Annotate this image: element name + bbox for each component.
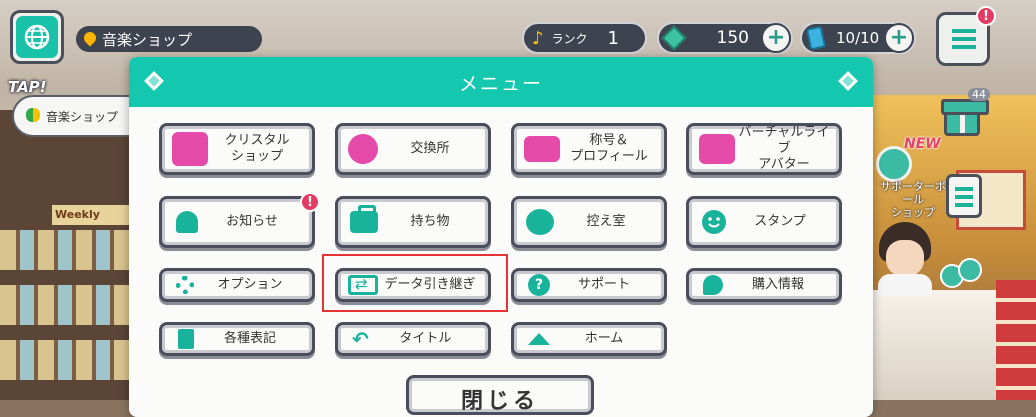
present-box-button[interactable]: 44 bbox=[938, 88, 990, 140]
current-location: 音楽ショップ bbox=[76, 26, 262, 52]
modal-header: メニュー bbox=[129, 57, 873, 107]
menu-button-notice[interactable]: お知らせ bbox=[159, 196, 315, 248]
menu-label: 控え室 bbox=[586, 214, 626, 229]
menu-label: サポート bbox=[577, 277, 630, 292]
live-ticket-count: 10/10 bbox=[836, 29, 880, 47]
menu-label: お知らせ bbox=[226, 214, 278, 229]
document-icon bbox=[178, 329, 194, 349]
diamond-ornament-icon bbox=[838, 71, 858, 91]
menu-button-options[interactable]: オプション bbox=[159, 268, 315, 302]
modal-title: メニュー bbox=[458, 72, 543, 95]
gear-icon bbox=[176, 276, 194, 294]
menu-label: オプション bbox=[217, 277, 283, 292]
menu-button-inventory[interactable]: 持ち物 bbox=[335, 196, 491, 248]
tag-icon bbox=[703, 275, 723, 295]
location-name: 音楽ショップ bbox=[102, 30, 193, 49]
new-tag: NEW bbox=[904, 136, 941, 152]
menu-button-waiting-room[interactable]: 控え室 bbox=[511, 196, 667, 248]
menu-alert-badge: ! bbox=[976, 6, 996, 26]
beginner-leaf-icon bbox=[26, 108, 40, 124]
globe-icon bbox=[16, 16, 58, 58]
live-ticket-display: 10/10 + bbox=[800, 22, 916, 54]
help-icon: ? bbox=[528, 274, 550, 296]
avatar-icon bbox=[699, 134, 735, 164]
diamond-ornament-icon bbox=[144, 71, 164, 91]
smile-icon bbox=[702, 210, 726, 234]
bag-icon bbox=[350, 205, 378, 233]
crystal-count: 150 bbox=[716, 28, 749, 48]
friends-icon bbox=[940, 258, 984, 292]
menu-button-title-profile[interactable]: 称号＆ プロフィール bbox=[511, 123, 667, 175]
menu-button-crystal-shop[interactable]: クリスタル ショップ bbox=[159, 123, 315, 175]
profile-card-icon bbox=[524, 136, 560, 162]
menu-button-exchange[interactable]: 交換所 bbox=[335, 123, 491, 175]
menu-button-support[interactable]: ? サポート bbox=[511, 268, 667, 302]
crystal-shop-icon bbox=[172, 132, 208, 166]
menu-button-stamp[interactable]: スタンプ bbox=[686, 196, 842, 248]
gift-count: 44 bbox=[968, 88, 990, 101]
menu-label: ホーム bbox=[584, 331, 624, 346]
add-live-ticket-button[interactable]: + bbox=[884, 23, 914, 53]
menu-label: タイトル bbox=[399, 331, 452, 346]
crystal-display: 150 + bbox=[657, 22, 793, 54]
support-ball-shop-label[interactable]: サポーターボール ショップ bbox=[878, 180, 948, 219]
rank-display: ♪ ランク 1 bbox=[522, 22, 647, 54]
menu-button-title-screen[interactable]: ↶ タイトル bbox=[335, 322, 491, 356]
world-map-button[interactable] bbox=[10, 10, 64, 64]
home-icon bbox=[528, 333, 550, 345]
menu-label: 交換所 bbox=[410, 141, 450, 156]
menu-label: 持ち物 bbox=[410, 214, 450, 229]
rank-value: 1 bbox=[607, 27, 619, 49]
waiting-room-icon bbox=[526, 209, 554, 235]
crystal-icon bbox=[661, 25, 687, 51]
location-card-label: 音楽ショップ bbox=[46, 109, 119, 124]
menu-label: 称号＆ プロフィール bbox=[570, 133, 648, 164]
hamburger-icon bbox=[952, 29, 976, 49]
shop-clerk-character[interactable] bbox=[874, 222, 934, 296]
menu-label: スタンプ bbox=[754, 214, 806, 229]
cd-shelf-left bbox=[0, 110, 140, 400]
live-ticket-icon bbox=[805, 25, 827, 51]
friends-button[interactable] bbox=[936, 250, 984, 298]
menu-label: クリスタル ショップ bbox=[224, 133, 290, 164]
menu-button-home[interactable]: ホーム bbox=[511, 322, 667, 356]
weekly-sign: Weekly bbox=[52, 205, 132, 225]
clipboard-icon bbox=[946, 174, 982, 218]
menu-button-legal-notices[interactable]: 各種表記 bbox=[159, 322, 315, 356]
location-pin-icon bbox=[84, 32, 96, 46]
menu-label: バーチャルライブ アバター bbox=[738, 125, 830, 172]
add-crystal-button[interactable]: + bbox=[761, 23, 791, 53]
close-button[interactable]: 閉じる bbox=[406, 375, 594, 415]
menu-label: 購入情報 bbox=[751, 277, 804, 292]
rank-label: ランク bbox=[551, 31, 588, 46]
red-rack bbox=[996, 280, 1036, 400]
coins-icon bbox=[348, 134, 378, 164]
menu-label: 各種表記 bbox=[223, 331, 276, 346]
gift-icon bbox=[941, 99, 989, 136]
music-note-icon: ♪ bbox=[532, 27, 544, 49]
notice-alert-badge: ! bbox=[300, 192, 320, 212]
selection-highlight bbox=[322, 254, 508, 312]
menu-button-purchase-info[interactable]: 購入情報 bbox=[686, 268, 842, 302]
return-arrow-icon: ↶ bbox=[352, 327, 369, 351]
menu-button-virtual-live-avatar[interactable]: バーチャルライブ アバター bbox=[686, 123, 842, 175]
bell-icon bbox=[176, 211, 198, 233]
